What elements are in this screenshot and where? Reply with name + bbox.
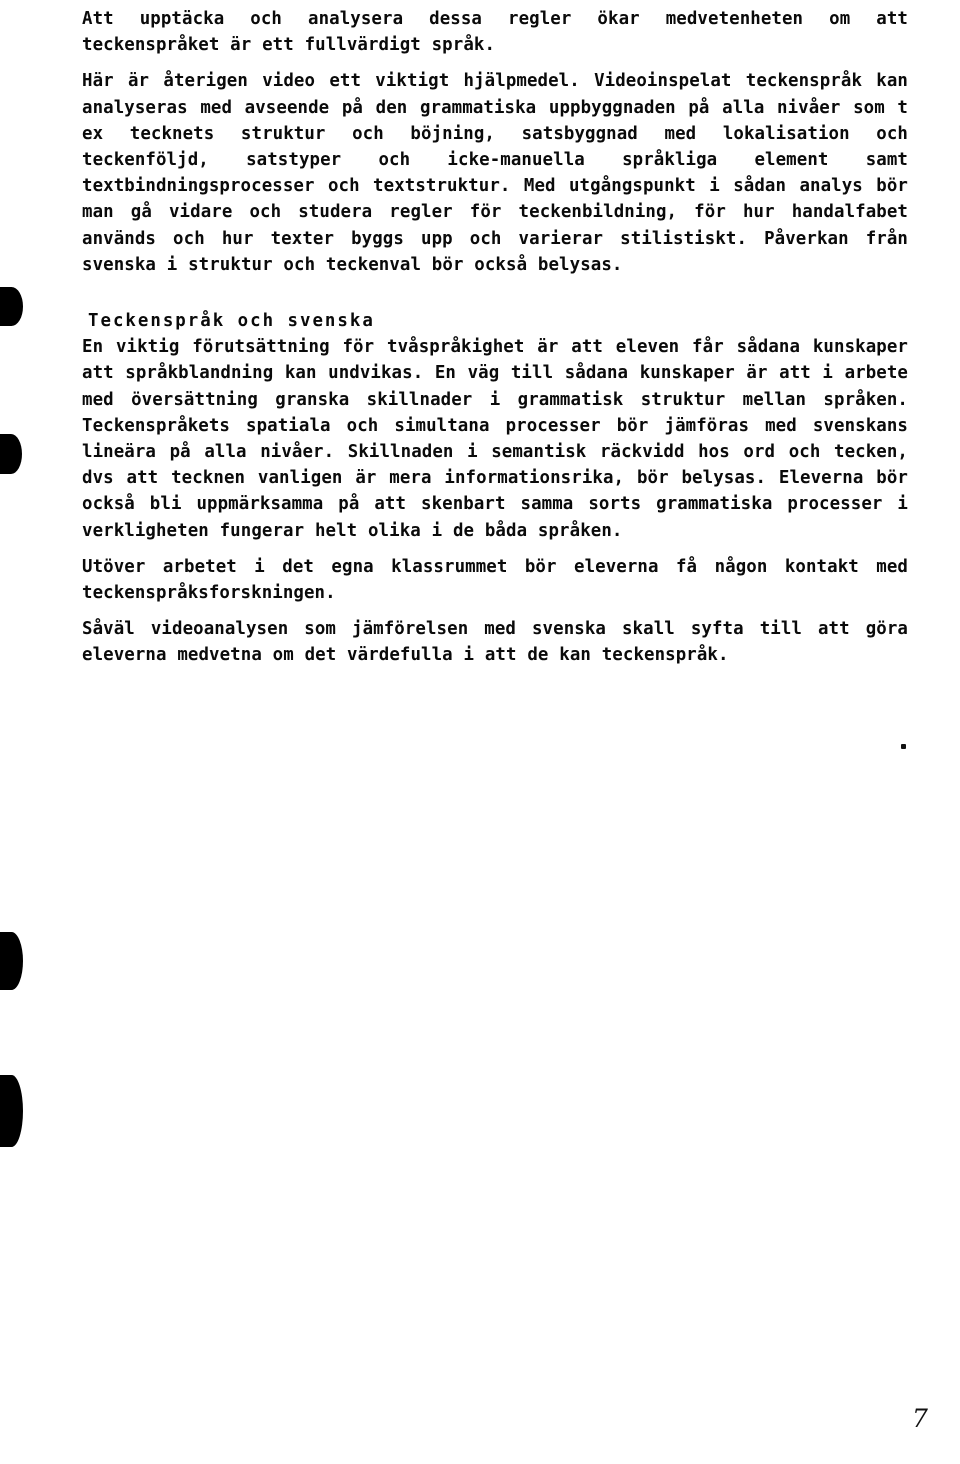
paragraph-1: Att upptäcka och analysera dessa regler … xyxy=(82,9,908,56)
scanned-page: Att upptäcka och analysera dessa regler … xyxy=(0,0,960,1464)
paragraph-2: Här är återigen video ett viktigt hjälpm… xyxy=(82,71,908,275)
margin-lobe-mark-2 xyxy=(0,434,22,474)
text-column: Att upptäcka och analysera dessa regler … xyxy=(82,0,908,669)
paragraph-4: Utöver arbetet i det egna klassrummet bö… xyxy=(82,556,908,604)
paragraph-3: En viktig förutsättning för tvåspråkighe… xyxy=(82,337,908,541)
margin-lobe-mark-4 xyxy=(0,1075,23,1147)
margin-lobe-mark-1 xyxy=(0,287,23,326)
margin-lobe-mark-3 xyxy=(0,932,23,990)
paragraph-5: Såväl videoanalysen som jämförelsen med … xyxy=(82,619,908,666)
section-heading: Teckenspråk och svenska xyxy=(88,311,375,332)
page-number: 7 xyxy=(912,1404,928,1433)
ink-speck-artifact xyxy=(901,744,906,749)
